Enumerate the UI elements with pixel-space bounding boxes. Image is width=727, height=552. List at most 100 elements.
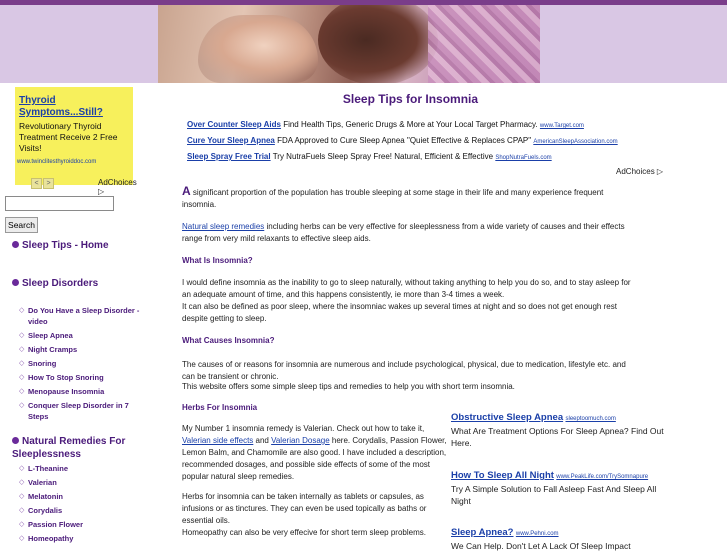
nav-item-label: L-Theanine xyxy=(28,464,69,473)
right-ad[interactable]: How To Sleep All Night www.PeakLife.com/… xyxy=(451,469,671,507)
nav-item-label: Conquer Sleep Disorder in 7 Steps xyxy=(28,401,129,421)
nav-item-how-to-stop-snoring[interactable]: ◇ How To Stop Snoring xyxy=(19,372,144,383)
causes-paragraph-2: This website offers some simple sleep ti… xyxy=(182,382,515,391)
sidebar-adchoices[interactable]: AdChoices ▷ xyxy=(98,178,137,196)
nav-item-label: Snoring xyxy=(28,359,57,368)
nav-natural-remedies[interactable]: Natural Remedies For Sleeplessness xyxy=(12,435,152,461)
causes-paragraph-1: The causes of or reasons for insomnia ar… xyxy=(182,360,626,381)
header-banner xyxy=(0,5,727,83)
sponsored-text: Find Health Tips, Generic Drugs & More a… xyxy=(283,120,538,129)
main-content: Sleep Tips for Insomnia Over Counter Sle… xyxy=(158,83,727,551)
nav-item-menopause-insomnia[interactable]: ◇ Menopause Insomnia xyxy=(19,386,144,397)
right-ad[interactable]: Sleep Apnea? www.Pehni.com We Can Help. D… xyxy=(451,526,671,552)
sponsored-link[interactable]: Over Counter Sleep Aids Find Health Tips… xyxy=(187,120,584,131)
right-ad-title[interactable]: Obstructive Sleep Apnea xyxy=(451,412,563,423)
valerian-side-effects-link[interactable]: Valerian side effects xyxy=(182,436,253,445)
sponsored-title[interactable]: Cure Your Sleep Apnea xyxy=(187,136,275,145)
ad-next-icon[interactable]: > xyxy=(43,178,54,189)
diamond-icon: ◇ xyxy=(19,374,25,381)
nav-item-corydalis[interactable]: ◇ Corydalis xyxy=(19,505,144,516)
right-ad-text: What Are Treatment Options For Sleep Apn… xyxy=(451,426,664,448)
right-ad-title[interactable]: Sleep Apnea? xyxy=(451,527,513,538)
nav-item-melatonin[interactable]: ◇ Melatonin xyxy=(19,491,144,502)
sponsored-url[interactable]: www.Target.com xyxy=(540,123,584,129)
sponsored-url[interactable]: ShopNutraFuels.com xyxy=(495,155,551,161)
sidebar-ad-title[interactable]: Thyroid Symptoms...Still? xyxy=(19,95,129,119)
diamond-icon: ◇ xyxy=(19,307,25,314)
sidebar-ad[interactable]: Thyroid Symptoms...Still? Revolutionary … xyxy=(15,87,137,196)
ad-prev-icon[interactable]: < xyxy=(31,178,42,189)
what-is-insomnia-heading: What Is Insomnia? xyxy=(182,256,253,265)
nav-item-sleep-disorder-video[interactable]: ◇ Do You Have a Sleep Disorder - video xyxy=(19,305,144,327)
nav-item-label: How To Stop Snoring xyxy=(28,373,104,382)
diamond-icon: ◇ xyxy=(19,521,25,528)
nav-item-label: Homeopathy xyxy=(28,534,74,543)
diamond-icon: ◇ xyxy=(19,479,25,486)
nav-label: Natural Remedies For Sleeplessness xyxy=(12,436,126,460)
diamond-icon: ◇ xyxy=(19,465,25,472)
diamond-icon: ◇ xyxy=(19,388,25,395)
right-ad-url[interactable]: www.PeakLife.com/TrySomnapure xyxy=(556,474,648,480)
what-causes-heading: What Causes Insomnia? xyxy=(182,336,275,345)
bullet-icon xyxy=(12,278,19,286)
nav-item-night-cramps[interactable]: ◇ Night Cramps xyxy=(19,344,144,355)
nav-item-sleep-apnea[interactable]: ◇ Sleep Apnea xyxy=(19,330,144,341)
nav-item-label: Melatonin xyxy=(28,492,63,501)
nav-label: Sleep Tips - Home xyxy=(22,240,109,251)
nav-item-snoring[interactable]: ◇ Snoring xyxy=(19,358,144,369)
sponsored-title[interactable]: Sleep Spray Free Trial xyxy=(187,152,271,161)
sidebar-ad-nav: < > xyxy=(31,177,55,189)
right-ad-url[interactable]: sleeptoomuch.com xyxy=(565,416,615,422)
nav-item-label: Passion Flower xyxy=(28,520,84,529)
sponsored-text: FDA Approved to Cure Sleep Apnea "Quiet … xyxy=(277,136,532,145)
right-ad-url[interactable]: www.Pehni.com xyxy=(516,531,559,537)
right-ad-title[interactable]: How To Sleep All Night xyxy=(451,470,554,481)
herbs-paragraph-1: My Number 1 insomnia remedy is Valerian.… xyxy=(182,423,447,483)
diamond-icon: ◇ xyxy=(19,332,25,339)
bullet-icon xyxy=(12,240,19,248)
right-ad-text: We Can Help. Don't Let A Lack Of Sleep I… xyxy=(451,541,631,551)
header-image-pillow xyxy=(428,5,540,83)
herbs-heading: Herbs For Insomnia xyxy=(182,403,258,412)
nav-item-label: Corydalis xyxy=(28,506,63,515)
nav-sleep-disorders[interactable]: Sleep Disorders xyxy=(12,277,98,290)
sponsored-title[interactable]: Over Counter Sleep Aids xyxy=(187,120,281,129)
header-image-face xyxy=(198,15,318,83)
herbs-text: My Number 1 insomnia remedy is Valerian.… xyxy=(182,424,425,433)
sidebar: Thyroid Symptoms...Still? Revolutionary … xyxy=(0,83,158,545)
nav-item-valerian[interactable]: ◇ Valerian xyxy=(19,477,144,488)
intro-text: significant proportion of the population… xyxy=(182,188,604,209)
adchoices-link[interactable]: AdChoices ▷ xyxy=(616,167,663,176)
sidebar-ad-url[interactable]: www.twinclitesthyroiddoc.com xyxy=(17,159,96,165)
search-input[interactable] xyxy=(5,196,114,211)
sponsored-url[interactable]: AmericanSleepAssociation.com xyxy=(533,139,617,145)
page-title: Sleep Tips for Insomnia xyxy=(342,92,479,106)
diamond-icon: ◇ xyxy=(19,507,25,514)
nav-sleep-tips-home[interactable]: Sleep Tips - Home xyxy=(12,239,109,252)
diamond-icon: ◇ xyxy=(19,360,25,367)
herbs-paragraph-2: Herbs for insomnia can be taken internal… xyxy=(182,492,427,525)
sponsored-link[interactable]: Cure Your Sleep Apnea FDA Approved to Cu… xyxy=(187,136,618,147)
nav-item-passion-flower[interactable]: ◇ Passion Flower xyxy=(19,519,144,530)
header-image xyxy=(158,5,540,83)
header-image-hair xyxy=(318,5,438,83)
sponsored-link[interactable]: Sleep Spray Free Trial Try NutraFuels Sl… xyxy=(187,152,552,163)
diamond-icon: ◇ xyxy=(19,346,25,353)
right-ad[interactable]: Obstructive Sleep Apnea sleeptoomuch.com… xyxy=(451,411,671,449)
herbs-paragraph-3: Homeopathy can also be very effecive for… xyxy=(182,528,426,537)
nav-item-label: Valerian xyxy=(28,478,57,487)
sponsored-text: Try NutraFuels Sleep Spray Free! Natural… xyxy=(272,152,494,161)
nav-item-label: Menopause Insomnia xyxy=(28,387,105,396)
sidebar-ad-body: Revolutionary Thyroid Treatment Receive … xyxy=(19,121,118,153)
right-ad-text: Try A Simple Solution to Fall Asleep Fas… xyxy=(451,484,657,506)
nav-item-homeopathy[interactable]: ◇ Homeopathy xyxy=(19,533,144,544)
intro-paragraph: A significant proportion of the populati… xyxy=(182,185,639,211)
natural-sleep-remedies-link[interactable]: Natural sleep remedies xyxy=(182,222,264,231)
what-paragraph-2: It can also be defined as poor sleep, wh… xyxy=(182,302,617,323)
nav-item-l-theanine[interactable]: ◇ L-Theanine xyxy=(19,463,144,474)
nav-item-conquer-sleep-disorder[interactable]: ◇ Conquer Sleep Disorder in 7 Steps xyxy=(19,400,144,422)
valerian-dosage-link[interactable]: Valerian Dosage xyxy=(271,436,330,445)
herbs-text: and xyxy=(253,436,272,445)
search-button[interactable]: Search xyxy=(5,217,38,233)
diamond-icon: ◇ xyxy=(19,493,25,500)
